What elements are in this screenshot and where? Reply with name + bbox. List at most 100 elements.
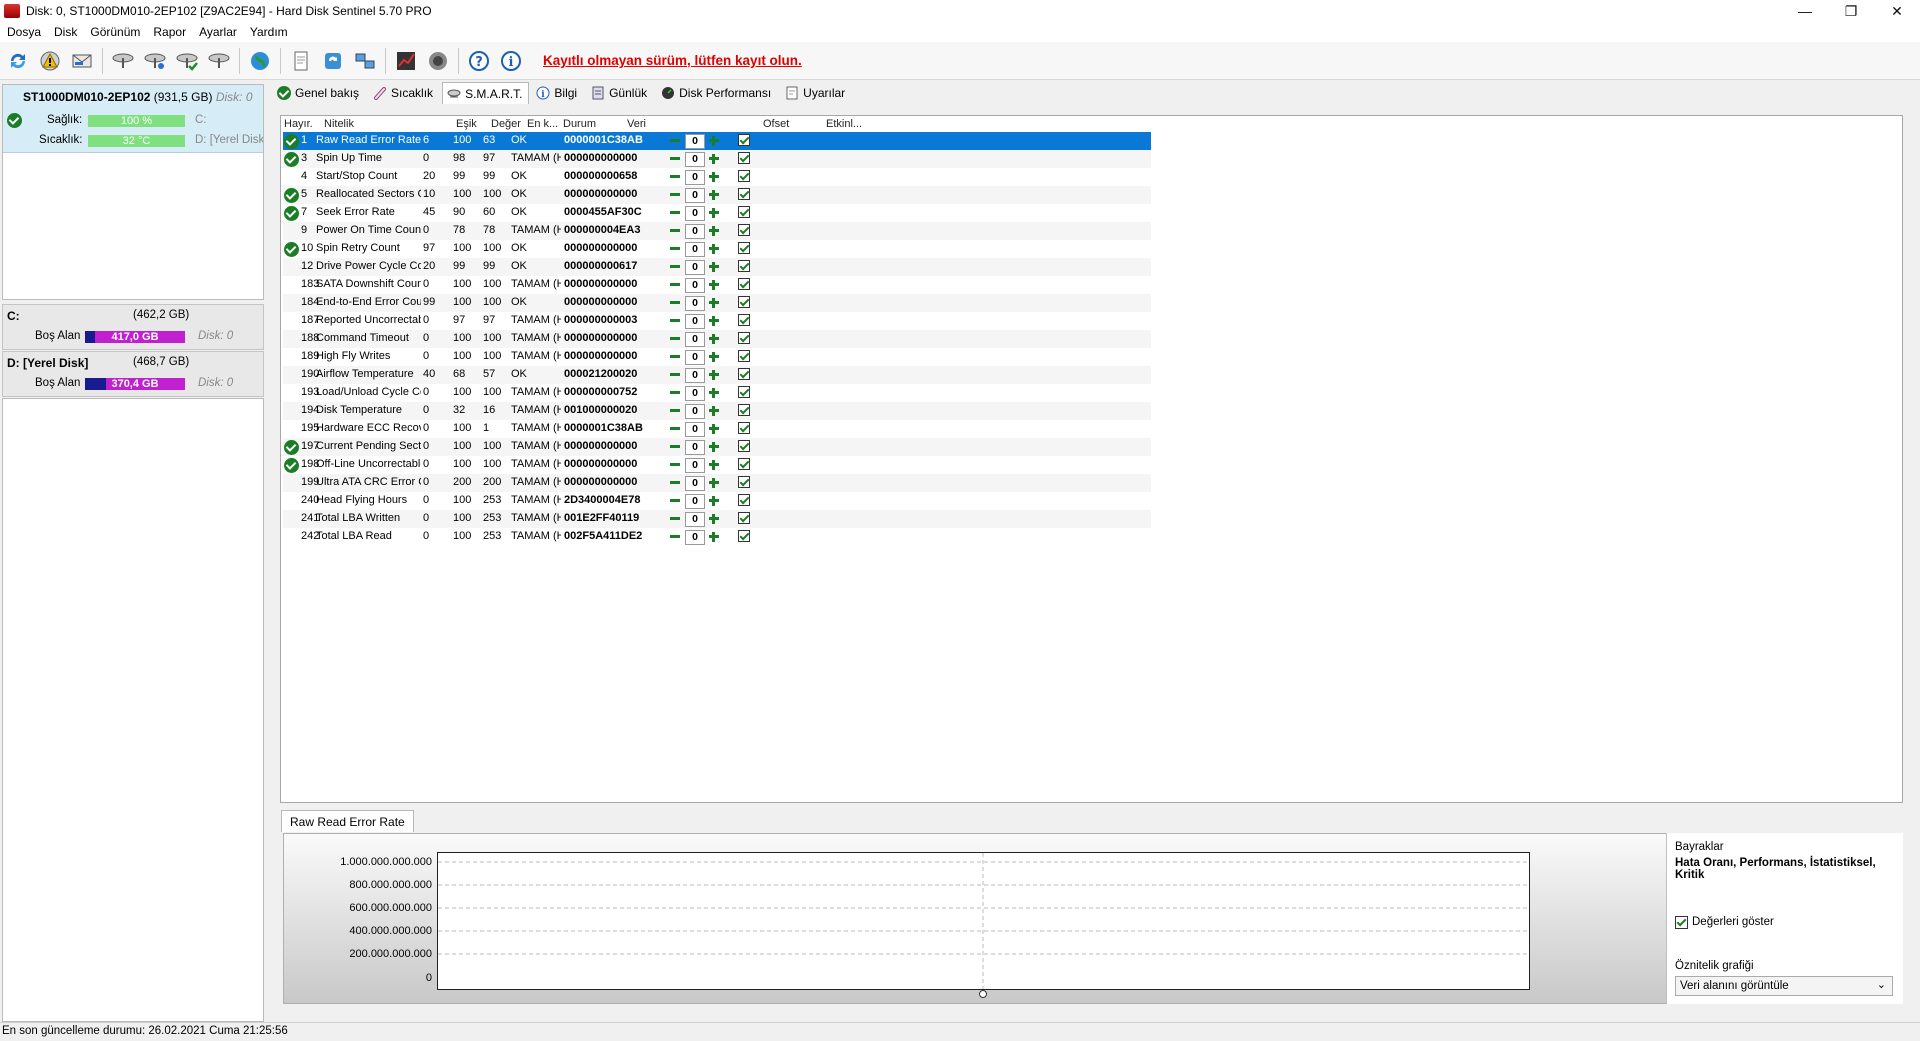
table-row[interactable]: 199Ultra ATA CRC Error Co...0200200TAMAM… [283,474,1151,492]
offset-input[interactable]: 0 [685,170,705,185]
minus-icon[interactable] [668,260,682,274]
enabled-checkbox[interactable] [738,422,750,434]
offset-input[interactable]: 0 [685,368,705,383]
offset-input[interactable]: 0 [685,296,705,311]
table-row[interactable]: 194Disk Temperature03216TAMAM (H...00100… [283,402,1151,420]
minus-icon[interactable] [668,458,682,472]
help-icon[interactable]: ? [465,47,493,75]
plus-icon[interactable] [707,350,721,364]
offset-input[interactable]: 0 [685,440,705,455]
enabled-checkbox[interactable] [738,476,750,488]
table-row[interactable]: 241Total LBA Written0100253TAMAM (H...00… [283,510,1151,528]
sound-icon[interactable] [424,47,452,75]
table-row[interactable]: 195Hardware ECC Recovered01001TAMAM (H..… [283,420,1151,438]
enabled-checkbox[interactable] [738,314,750,326]
tab-log[interactable]: Günlük [586,82,654,104]
menu-rapor[interactable]: Rapor [148,25,194,39]
table-row[interactable]: 197Current Pending Sector...0100100TAMAM… [283,438,1151,456]
disk-entry[interactable]: ST1000DM010-2EP102 (931,5 GB) Disk: 0 Sa… [3,85,263,153]
table-row[interactable]: 7 Seek Error Rate 45 90 60 OK 0000455AF30C 0 [283,204,1151,222]
plus-icon[interactable] [707,314,721,328]
table-row[interactable]: 189High Fly Writes0100100TAMAM (H...0000… [283,348,1151,366]
plus-icon[interactable] [707,494,721,508]
offset-input[interactable]: 0 [685,404,705,419]
table-row[interactable]: 5Reallocated Sectors Co...10100100OK0000… [283,186,1151,204]
restore-button[interactable]: ❐ [1828,0,1874,22]
enabled-checkbox[interactable] [738,278,750,290]
minus-icon[interactable] [668,494,682,508]
menu-dosya[interactable]: Dosya [2,25,49,39]
data-point-marker[interactable] [979,990,987,998]
offset-input[interactable]: 0 [685,476,705,491]
enabled-checkbox[interactable] [738,332,750,344]
plus-icon[interactable] [707,152,721,166]
disk-scan-icon[interactable] [141,47,169,75]
plus-icon[interactable] [707,170,721,184]
enabled-checkbox[interactable] [738,368,750,380]
show-values-checkbox[interactable] [1675,916,1688,929]
enabled-checkbox[interactable] [738,206,750,218]
offset-input[interactable]: 0 [685,188,705,203]
report-icon[interactable] [287,47,315,75]
minus-icon[interactable] [668,332,682,346]
offset-input[interactable]: 0 [685,494,705,509]
register-warning-link[interactable]: Kayıtlı olmayan sürüm, lütfen kayıt olun… [543,53,802,68]
tab-overview[interactable]: Genel bakış [272,82,366,104]
minus-icon[interactable] [668,242,682,256]
tab-performance[interactable]: Disk Performansı [656,82,778,104]
table-row[interactable]: 193Load/Unload Cycle Cou...0100100TAMAM … [283,384,1151,402]
plus-icon[interactable] [707,458,721,472]
table-row[interactable]: 1 Raw Read Error Rate 6 100 63 OK 0000001C38AB… [283,132,1151,150]
disk-check-icon[interactable] [173,47,201,75]
network-icon[interactable] [351,47,379,75]
plus-icon[interactable] [707,404,721,418]
minus-icon[interactable] [668,368,682,382]
disk-settings-icon[interactable] [205,47,233,75]
offset-input[interactable]: 0 [685,134,705,149]
disk-tool-icon[interactable] [109,47,137,75]
table-row[interactable]: 188Command Timeout0100100TAMAM (H...0000… [283,330,1151,348]
send-report-icon[interactable] [319,47,347,75]
offset-input[interactable]: 0 [685,458,705,473]
minus-icon[interactable] [668,404,682,418]
table-row[interactable]: 240Head Flying Hours0100253TAMAM (H...2D… [283,492,1151,510]
offset-input[interactable]: 0 [685,530,705,545]
table-row[interactable]: 198Off-Line Uncorrectable ...0100100TAMA… [283,456,1151,474]
enabled-checkbox[interactable] [738,260,750,272]
tab-smart[interactable]: S.M.A.R.T. [442,82,530,104]
info-icon[interactable]: i [497,47,525,75]
enabled-checkbox[interactable] [738,296,750,308]
partition-d[interactable]: D: [Yerel Disk] (468,7 GB) Boş Alan 370,… [2,351,264,397]
mail-icon[interactable] [68,47,96,75]
plus-icon[interactable] [707,134,721,148]
minus-icon[interactable] [668,134,682,148]
menu-disk[interactable]: Disk [49,25,85,39]
table-row[interactable]: 242Total LBA Read0100253TAMAM (H...002F5… [283,528,1151,546]
performance-icon[interactable] [392,47,420,75]
refresh-icon[interactable] [4,47,32,75]
minus-icon[interactable] [668,188,682,202]
table-row[interactable]: 190 Airflow Temperature 40 68 57 OK 0000212000… [283,366,1151,384]
plus-icon[interactable] [707,296,721,310]
attribute-chart-select[interactable]: Veri alanını görüntüle ⌄ [1675,976,1893,996]
offset-input[interactable]: 0 [685,278,705,293]
plus-icon[interactable] [707,224,721,238]
table-row[interactable]: 4 Start/Stop Count 20 99 99 OK 000000000658 0 [283,168,1151,186]
offset-input[interactable]: 0 [685,206,705,221]
plus-icon[interactable] [707,422,721,436]
offset-input[interactable]: 0 [685,242,705,257]
plus-icon[interactable] [707,260,721,274]
table-row[interactable]: 3Spin Up Time09897TAMAM (H...00000000000… [283,150,1151,168]
alert-icon[interactable] [36,47,64,75]
plus-icon[interactable] [707,188,721,202]
col-header-offset[interactable]: Ofset [763,118,789,132]
offset-input[interactable]: 0 [685,350,705,365]
menu-yardim[interactable]: Yardım [245,25,296,39]
enabled-checkbox[interactable] [738,224,750,236]
plus-icon[interactable] [707,476,721,490]
plus-icon[interactable] [707,206,721,220]
menu-gorunum[interactable]: Görünüm [85,25,148,39]
minus-icon[interactable] [668,440,682,454]
col-header-id[interactable]: Hayır. [284,118,313,132]
minus-icon[interactable] [668,512,682,526]
